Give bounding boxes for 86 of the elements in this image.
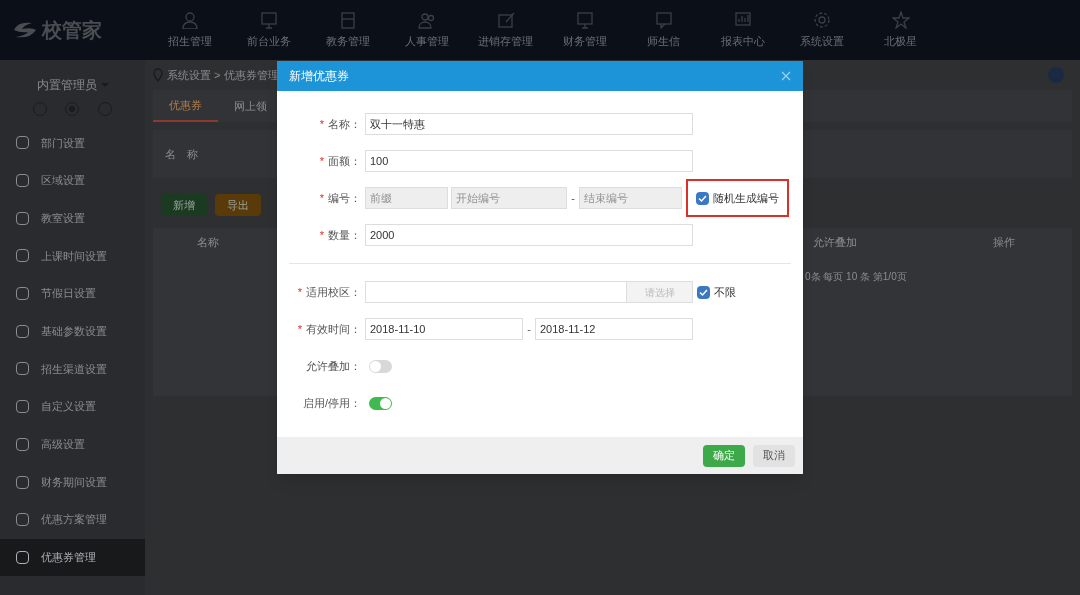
pagination-text: 0条 每页 10 条 第1/0页: [805, 269, 907, 284]
sidebar-item[interactable]: 自定义设置: [0, 387, 145, 426]
chart-icon[interactable]: [733, 10, 752, 29]
nav-item[interactable]: 人事管理: [404, 32, 449, 50]
sidebar-item[interactable]: 优惠方案管理: [0, 500, 145, 539]
separator: -: [526, 321, 532, 337]
nav-item[interactable]: 系统设置: [799, 32, 844, 50]
required-mark: *: [319, 154, 324, 167]
people-icon[interactable]: [417, 10, 436, 29]
checkbox[interactable]: [696, 191, 709, 205]
nav-item[interactable]: 北极星: [884, 32, 917, 50]
nav-item[interactable]: 招生管理: [167, 32, 212, 50]
settings-item-icon: [16, 437, 29, 451]
nav-item[interactable]: 进销存管理: [478, 32, 533, 50]
separator: -: [570, 190, 576, 206]
input-field[interactable]: 2000: [365, 224, 693, 246]
nav-item[interactable]: 报表中心: [720, 32, 765, 50]
settings-item-icon: [16, 362, 29, 376]
checkbox[interactable]: [697, 285, 710, 299]
monitor-icon[interactable]: [575, 10, 594, 29]
field-label: 适用校区：: [306, 285, 361, 298]
input-field[interactable]: 2018-11-12: [535, 318, 693, 340]
cancel-button[interactable]: 取消: [753, 444, 795, 467]
sidebar-item[interactable]: 招生渠道设置: [0, 350, 145, 388]
settings-item-icon: [16, 475, 29, 489]
field-label: 数量：: [328, 228, 361, 241]
field-label: 名称：: [328, 117, 361, 130]
toolbar-button[interactable]: 导出: [215, 194, 261, 216]
column-header: 操作: [993, 235, 1015, 248]
settings-item-icon: [16, 211, 29, 225]
sidebar-item[interactable]: 基础参数设置: [0, 312, 145, 351]
sidebar-item[interactable]: 部门设置: [0, 124, 145, 162]
input-field[interactable]: 双十一特惠: [365, 113, 693, 135]
filter-label: 名 称: [165, 146, 198, 162]
confirm-button[interactable]: 确定: [703, 444, 745, 467]
user-name[interactable]: 内置管理员: [36, 76, 97, 94]
box-icon[interactable]: [338, 10, 357, 29]
required-mark: *: [319, 228, 324, 241]
settings-item-icon: [16, 400, 29, 414]
column-header: 允许叠加: [813, 235, 857, 248]
toggle-switch[interactable]: [369, 396, 392, 410]
settings-icon[interactable]: [812, 10, 831, 29]
sidebar-item[interactable]: 财务期间设置: [0, 463, 145, 501]
settings-item-icon: [16, 287, 29, 301]
required-mark: *: [319, 117, 324, 130]
star-icon[interactable]: [891, 10, 910, 29]
required-mark: *: [297, 285, 302, 298]
tab[interactable]: 优惠券: [153, 90, 218, 122]
sidebar-item[interactable]: 节假日设置: [0, 274, 145, 313]
toolbar-button[interactable]: 新增: [161, 194, 207, 216]
checkbox-label: 随机生成编号: [713, 190, 779, 206]
settings-item-icon: [16, 550, 29, 564]
sidebar-item[interactable]: 上课时间设置: [0, 237, 145, 275]
field-label: 有效时间：: [306, 322, 361, 335]
nav-item[interactable]: 教务管理: [325, 32, 370, 50]
monitor-icon[interactable]: [259, 10, 278, 29]
edit-icon[interactable]: [496, 10, 515, 29]
sidebar-item[interactable]: 区域设置: [0, 161, 145, 200]
settings-item-icon: [16, 249, 29, 263]
dialog-title: 新增优惠券: [289, 68, 349, 85]
chat-icon[interactable]: [654, 10, 673, 29]
checkbox-label: 不限: [714, 284, 736, 300]
nav-item[interactable]: 师生信: [647, 32, 680, 50]
input-field[interactable]: 100: [365, 150, 693, 172]
person-icon[interactable]: [180, 10, 199, 29]
settings-item-icon: [16, 513, 29, 527]
sidebar-item[interactable]: 优惠券管理: [0, 538, 145, 577]
logo-icon: [12, 20, 38, 40]
nav-item[interactable]: 前台业务: [246, 32, 291, 50]
settings-item-icon: [16, 324, 29, 338]
field-label: 允许叠加：: [306, 359, 361, 372]
close-icon[interactable]: [781, 71, 791, 81]
settings-item-icon: [16, 136, 29, 150]
settings-item-icon: [16, 174, 29, 188]
nav-item[interactable]: 财务管理: [562, 32, 607, 50]
field-label: 编号：: [328, 191, 361, 204]
toggle-switch[interactable]: [369, 359, 392, 373]
field-label: 面额：: [328, 154, 361, 167]
field-label: 启用/停用：: [302, 396, 361, 409]
required-mark: *: [319, 191, 324, 204]
sidebar-item[interactable]: 高级设置: [0, 425, 145, 464]
column-header: 名称: [197, 235, 219, 248]
input-field[interactable]: 2018-11-10: [365, 318, 523, 340]
sidebar-item[interactable]: 教室设置: [0, 199, 145, 238]
required-mark: *: [297, 322, 302, 335]
app-logo: 校管家: [42, 18, 102, 43]
